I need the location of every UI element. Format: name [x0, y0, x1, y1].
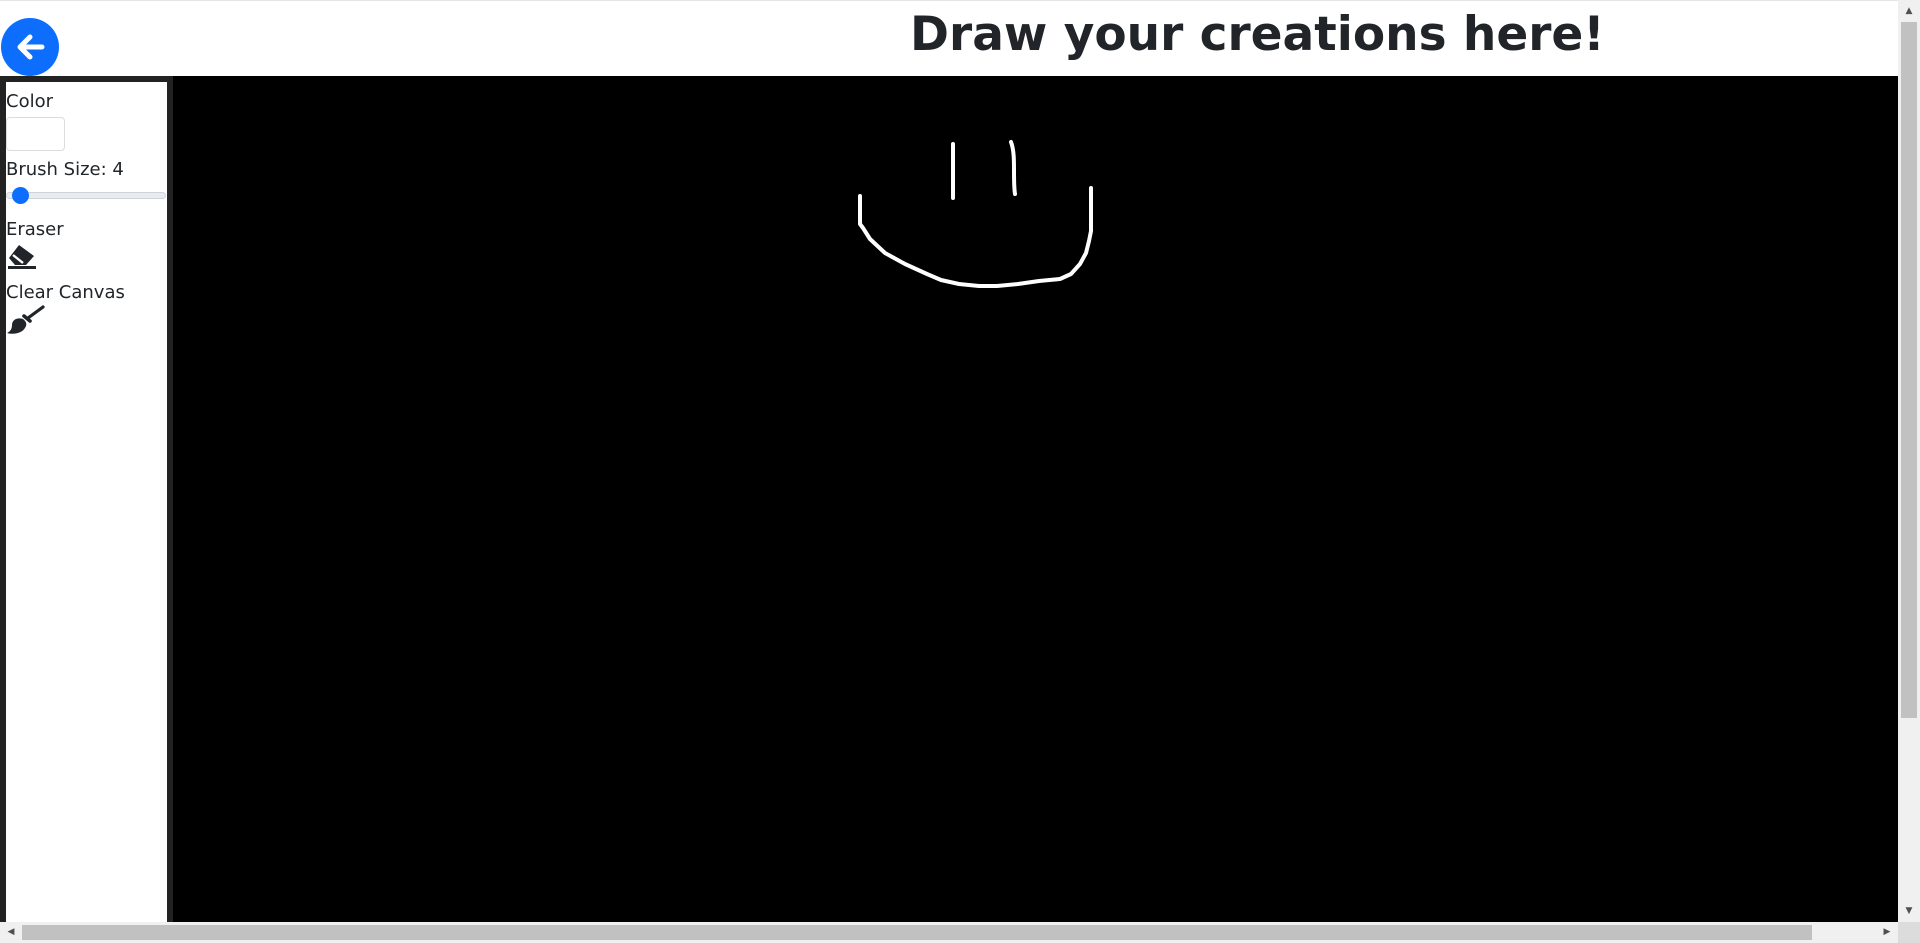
slider-thumb[interactable]: [12, 187, 30, 204]
horizontal-scroll-thumb[interactable]: [22, 925, 1812, 940]
color-picker[interactable]: [6, 117, 65, 151]
page-title: Draw your creations here!: [910, 7, 1605, 62]
brush-size-label: Brush Size: 4: [6, 159, 124, 180]
scroll-up-arrow[interactable]: ▲: [1898, 0, 1920, 22]
stroke-smile: [858, 186, 1093, 288]
scroll-left-arrow[interactable]: ◀: [0, 921, 22, 943]
brush-size-slider[interactable]: [6, 186, 166, 204]
tool-sidebar: Color Brush Size: 4 Eraser Clear Canvas: [6, 82, 167, 922]
back-button[interactable]: [1, 18, 59, 76]
horizontal-scrollbar[interactable]: ◀ ▶: [0, 922, 1898, 943]
eraser-button[interactable]: [6, 242, 38, 270]
paint-brush-icon: [6, 305, 46, 337]
stroke-right-eye: [1009, 140, 1017, 196]
vertical-scroll-thumb[interactable]: [1901, 22, 1917, 718]
scroll-right-arrow[interactable]: ▶: [1876, 921, 1898, 943]
eraser-icon: [6, 242, 38, 270]
vertical-scrollbar[interactable]: ▲ ▼: [1898, 0, 1920, 922]
arrow-left-icon: [12, 29, 48, 65]
slider-track: [6, 192, 166, 199]
scroll-down-arrow[interactable]: ▼: [1898, 900, 1920, 922]
page-header: Draw your creations here!: [0, 1, 1898, 76]
workspace: Color Brush Size: 4 Eraser Clear Canvas: [0, 76, 1898, 922]
eraser-label: Eraser: [6, 219, 64, 240]
scrollbar-corner: [1898, 922, 1920, 943]
drawing-page: Draw your creations here! Color Brush Si…: [0, 0, 1920, 943]
clear-canvas-label: Clear Canvas: [6, 282, 125, 303]
clear-canvas-button[interactable]: [6, 305, 46, 337]
drawing-canvas[interactable]: [173, 76, 1898, 922]
drawn-strokes: [858, 140, 1093, 288]
color-label: Color: [6, 91, 53, 112]
